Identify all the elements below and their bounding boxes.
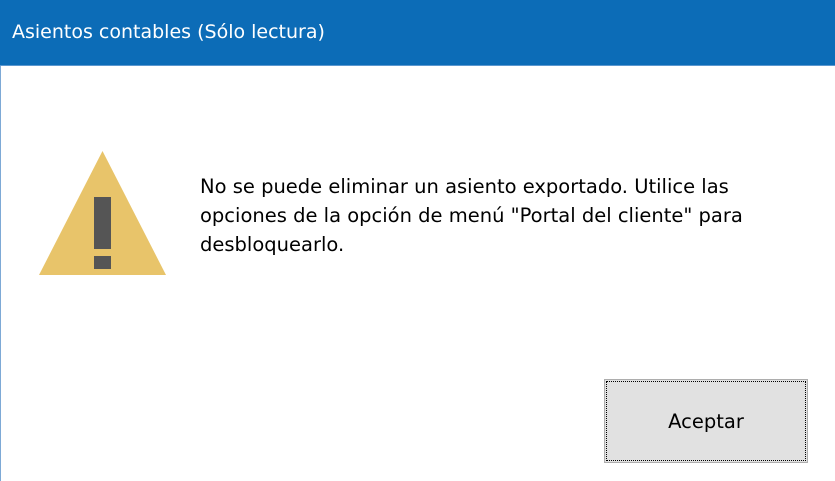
title-divider [0, 65, 835, 66]
window-title: Asientos contables (Sólo lectura) [12, 21, 325, 43]
window-title-bar[interactable]: Asientos contables (Sólo lectura) [0, 0, 835, 65]
warning-icon [39, 151, 166, 275]
message-line: No se puede eliminar un asiento exportad… [200, 175, 729, 198]
ok-button[interactable]: Aceptar [604, 379, 808, 463]
message-line: desbloquearlo. [200, 233, 345, 256]
window-border [0, 66, 1, 481]
message-line: opciones de la opción de menú "Portal de… [200, 204, 743, 227]
ok-button-label: Aceptar [668, 409, 744, 433]
message-dialog: Asientos contables (Sólo lectura) No se … [0, 0, 835, 481]
dialog-message: No se puede eliminar un asiento exportad… [200, 172, 810, 259]
